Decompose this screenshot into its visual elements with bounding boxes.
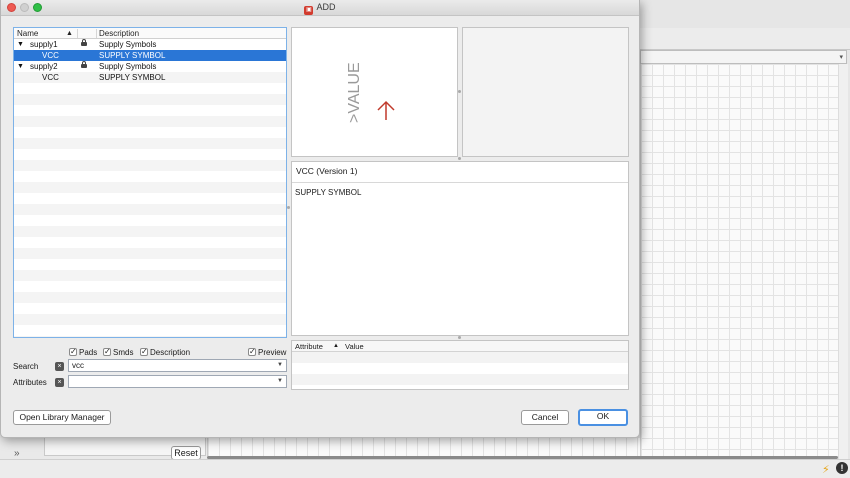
splitter-handle[interactable]: [458, 336, 461, 339]
lock-icon: [81, 39, 87, 46]
row-description: SUPPLY SYMBOL: [99, 73, 166, 82]
column-header-attribute[interactable]: Attribute: [295, 341, 323, 352]
row-name: supply1: [30, 40, 58, 49]
chevron-down-icon[interactable]: ▼: [277, 376, 283, 387]
schematic-canvas[interactable]: [640, 64, 847, 459]
column-header-description[interactable]: Description: [99, 28, 139, 39]
checkbox-checked-icon[interactable]: [248, 347, 256, 357]
tree-rows: ▼ supply1 Supply Symbols VCC SUPPLY SYMB…: [14, 39, 286, 337]
device-description-panel: VCC (Version 1) SUPPLY SYMBOL: [291, 161, 629, 336]
smds-label: Smds: [113, 348, 134, 357]
vertical-scrollbar[interactable]: [838, 64, 848, 459]
expand-triangle-icon[interactable]: ▼: [17, 39, 24, 50]
row-name: supply2: [30, 62, 58, 71]
tree-row-device[interactable]: VCC SUPPLY SYMBOL: [14, 50, 286, 61]
status-bar: [0, 459, 850, 478]
window-title-text: ADD: [316, 2, 336, 12]
window-title: ▣ ADD: [1, 2, 639, 15]
column-divider: [96, 29, 97, 38]
title-bar: ▣ ADD: [1, 0, 639, 16]
chevron-down-icon[interactable]: ▼: [277, 360, 283, 371]
divider: [292, 182, 628, 183]
column-divider: [77, 29, 78, 38]
search-input[interactable]: vcc ▼: [68, 359, 287, 372]
editor-combo[interactable]: ▾: [640, 50, 847, 64]
ok-button[interactable]: OK: [578, 409, 628, 426]
row-description: SUPPLY SYMBOL: [99, 51, 166, 60]
editor-toolbar: [640, 28, 850, 50]
row-description: Supply Symbols: [99, 62, 157, 71]
row-name: VCC: [42, 73, 59, 82]
lock-icon: [81, 61, 87, 68]
sort-ascending-icon: ▲: [333, 343, 339, 349]
description-label: Description: [150, 348, 191, 357]
splitter-handle[interactable]: [458, 157, 461, 160]
expand-triangle-icon[interactable]: ▼: [17, 61, 24, 72]
description-checkbox[interactable]: Description: [140, 347, 191, 358]
search-value: vcc: [72, 361, 84, 370]
attribute-table-header: Attribute ▲ Value: [292, 341, 628, 352]
attribute-table[interactable]: Attribute ▲ Value: [291, 340, 629, 390]
pads-checkbox[interactable]: Pads: [69, 347, 98, 358]
smds-checkbox[interactable]: Smds: [103, 347, 134, 358]
pads-label: Pads: [79, 348, 98, 357]
library-tree[interactable]: Name ▲ Description ▼ supply1 Supply Symb…: [13, 27, 287, 338]
row-description: Supply Symbols: [99, 40, 157, 49]
supply-arrow-icon: [377, 100, 395, 120]
checkbox-checked-icon[interactable]: [140, 347, 148, 357]
collapse-icon[interactable]: »: [14, 448, 20, 459]
clear-search-icon[interactable]: ×: [55, 362, 64, 371]
symbol-value-text: >VALUE: [346, 62, 363, 123]
device-title: VCC (Version 1): [296, 166, 358, 176]
clear-attributes-icon[interactable]: ×: [55, 378, 64, 387]
tree-row-library[interactable]: ▼ supply1 Supply Symbols: [14, 39, 286, 50]
warning-icon[interactable]: !: [836, 462, 848, 474]
open-library-manager-button[interactable]: Open Library Manager: [13, 410, 111, 425]
tree-header: Name ▲ Description: [14, 28, 286, 39]
tree-row-device[interactable]: VCC SUPPLY SYMBOL: [14, 72, 286, 83]
lightning-icon[interactable]: ⚡: [822, 463, 830, 476]
tree-row-library[interactable]: ▼ supply2 Supply Symbols: [14, 61, 286, 72]
preview-checkbox[interactable]: Preview: [248, 347, 287, 358]
splitter-handle[interactable]: [458, 90, 461, 93]
reset-button[interactable]: Reset: [171, 446, 201, 460]
checkbox-checked-icon[interactable]: [69, 347, 77, 357]
row-name: VCC: [42, 51, 59, 60]
column-header-name[interactable]: Name: [17, 28, 38, 39]
add-dialog: ▣ ADD Name ▲ Description ▼ supply1 Supply…: [0, 0, 640, 438]
splitter-handle[interactable]: [287, 206, 290, 209]
cancel-button[interactable]: Cancel: [521, 410, 569, 425]
canvas-strip: [207, 438, 640, 456]
eagle-app-icon: ▣: [304, 6, 314, 15]
search-label: Search: [13, 362, 39, 371]
column-header-value[interactable]: Value: [345, 341, 364, 352]
value-label: >VALUE: [346, 62, 363, 123]
sort-ascending-icon: ▲: [66, 30, 73, 37]
attributes-label: Attributes: [13, 378, 47, 387]
attribute-rows: [292, 352, 628, 389]
package-preview: [462, 27, 629, 157]
symbol-preview: >VALUE: [291, 27, 458, 157]
chevron-down-icon: ▾: [839, 54, 843, 61]
device-description: SUPPLY SYMBOL: [295, 188, 362, 197]
preview-label: Preview: [258, 348, 287, 357]
checkbox-checked-icon[interactable]: [103, 347, 111, 357]
attributes-input[interactable]: ▼: [68, 375, 287, 388]
